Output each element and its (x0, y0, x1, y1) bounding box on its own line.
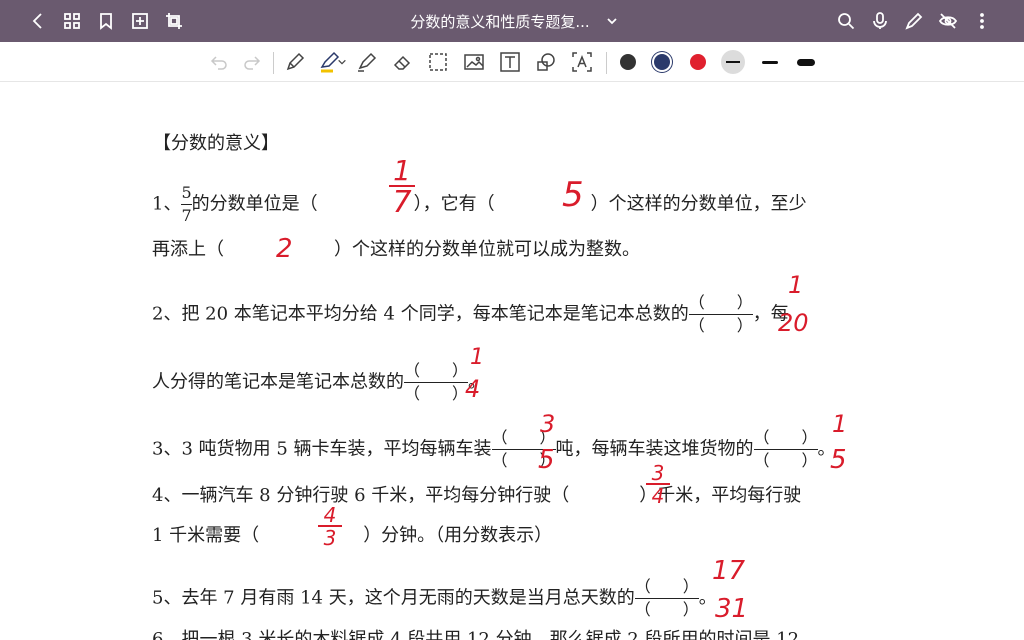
document-title[interactable]: 分数的意义和性质专题复... (380, 11, 620, 32)
question-3: 3、3 吨货物用 5 辆卡车装，平均每辆车装（）（）吨，每辆车装这堆货物的（）（… (152, 428, 836, 470)
image-icon[interactable] (462, 50, 486, 74)
section-heading: 【分数的意义】 (153, 133, 279, 154)
bookmark-icon[interactable] (94, 9, 118, 33)
lasso-icon[interactable] (426, 50, 450, 74)
stroke-size-medium[interactable] (758, 50, 782, 74)
search-icon[interactable] (834, 9, 858, 33)
eraser-icon[interactable] (390, 50, 414, 74)
color-swatch-navy-selected[interactable] (654, 54, 670, 70)
handwritten-answer-5-numerator: 17 (712, 556, 746, 586)
undo-icon[interactable] (207, 50, 231, 74)
handwritten-answer-1-count: 5 (562, 175, 584, 215)
handwritten-answer-5-denominator: 31 (715, 594, 749, 624)
question-3-blank-fraction-2: （）（） (753, 428, 818, 470)
stroke-size-large[interactable] (794, 50, 818, 74)
handwritten-answer-3a-denominator: 5 (538, 445, 555, 475)
handwritten-answer-4a: 3 4 (646, 463, 670, 507)
handwritten-answer-1-add: 2 (276, 234, 293, 264)
color-swatch-red[interactable] (690, 54, 706, 70)
handwritten-answer-2a-numerator: 1 (788, 271, 804, 299)
document-page[interactable]: 【分数的意义】 1、 5 7 的分数单位是（ ），它有（ ）个这样的分数单位，至少 1 7… (0, 83, 1024, 640)
question-2-blank-fraction-1: （）（） (688, 293, 753, 335)
color-swatch-black[interactable] (620, 54, 636, 70)
handwritten-answer-3b-numerator: 1 (832, 410, 848, 438)
more-icon[interactable] (970, 9, 994, 33)
handwritten-answer-2b-numerator: 1 (470, 345, 484, 370)
back-icon[interactable] (26, 9, 50, 33)
stroke-size-small-selected[interactable] (721, 50, 745, 74)
toolbar-divider (606, 52, 607, 74)
eye-off-icon[interactable] (936, 9, 960, 33)
toolbar-divider (273, 52, 274, 74)
grid-icon[interactable] (60, 9, 84, 33)
question-4-line-2: 1 千米需要（ ）分钟。（用分数表示） (152, 525, 553, 546)
question-5-blank-fraction: （）（） (634, 577, 699, 619)
shape-icon[interactable] (534, 50, 558, 74)
question-4-line-1: 4、一辆汽车 8 分钟行驶 6 千米，平均每分钟行驶（ ）千米，平均每行驶 (152, 485, 802, 506)
handwritten-answer-2b-denominator: 4 (465, 375, 481, 403)
redo-icon[interactable] (240, 50, 264, 74)
ocr-icon[interactable] (570, 50, 594, 74)
chevron-down-icon[interactable] (336, 50, 348, 74)
question-1-fraction: 57 (181, 183, 192, 225)
text-icon[interactable] (498, 50, 522, 74)
marker-icon[interactable] (354, 50, 378, 74)
pencil-icon[interactable] (283, 50, 307, 74)
handwritten-answer-2a-denominator: 20 (778, 309, 809, 337)
question-6-partial: 6、把一根 3 米长的木料锯成 4 段共用 12 分钟，那么锯成 2 段所用的时… (152, 629, 800, 640)
mic-icon[interactable] (868, 9, 892, 33)
question-5: 5、去年 7 月有雨 14 天，这个月无雨的天数是当月总天数的（）（）。 (152, 577, 717, 619)
handwritten-answer-3a-numerator: 3 (540, 410, 556, 438)
handwritten-answer-1-unit: 1 7 (387, 157, 417, 219)
handwritten-answer-4b: 4 3 (318, 505, 342, 549)
question-1-line-2: 再添上（ ）个这样的分数单位就可以成为整数。 (152, 239, 640, 260)
pen-icon[interactable] (902, 9, 926, 33)
title-bar: 分数的意义和性质专题复... (0, 0, 1024, 42)
crop-icon[interactable] (162, 9, 186, 33)
question-1-line-1: 1、 5 7 的分数单位是（ ），它有（ ）个这样的分数单位，至少 (152, 183, 807, 225)
question-2-line-1: 2、把 20 本笔记本平均分给 4 个同学，每本笔记本是笔记本总数的（）（），每 (152, 293, 789, 335)
question-2-line-2: 人分得的笔记本是笔记本总数的（）（）。 (152, 361, 486, 403)
add-page-icon[interactable] (128, 9, 152, 33)
handwritten-answer-3b-denominator: 5 (830, 445, 847, 475)
question-2-blank-fraction-2: （）（） (404, 361, 468, 403)
annotation-toolbar (0, 42, 1024, 82)
chevron-down-icon[interactable] (600, 9, 624, 33)
